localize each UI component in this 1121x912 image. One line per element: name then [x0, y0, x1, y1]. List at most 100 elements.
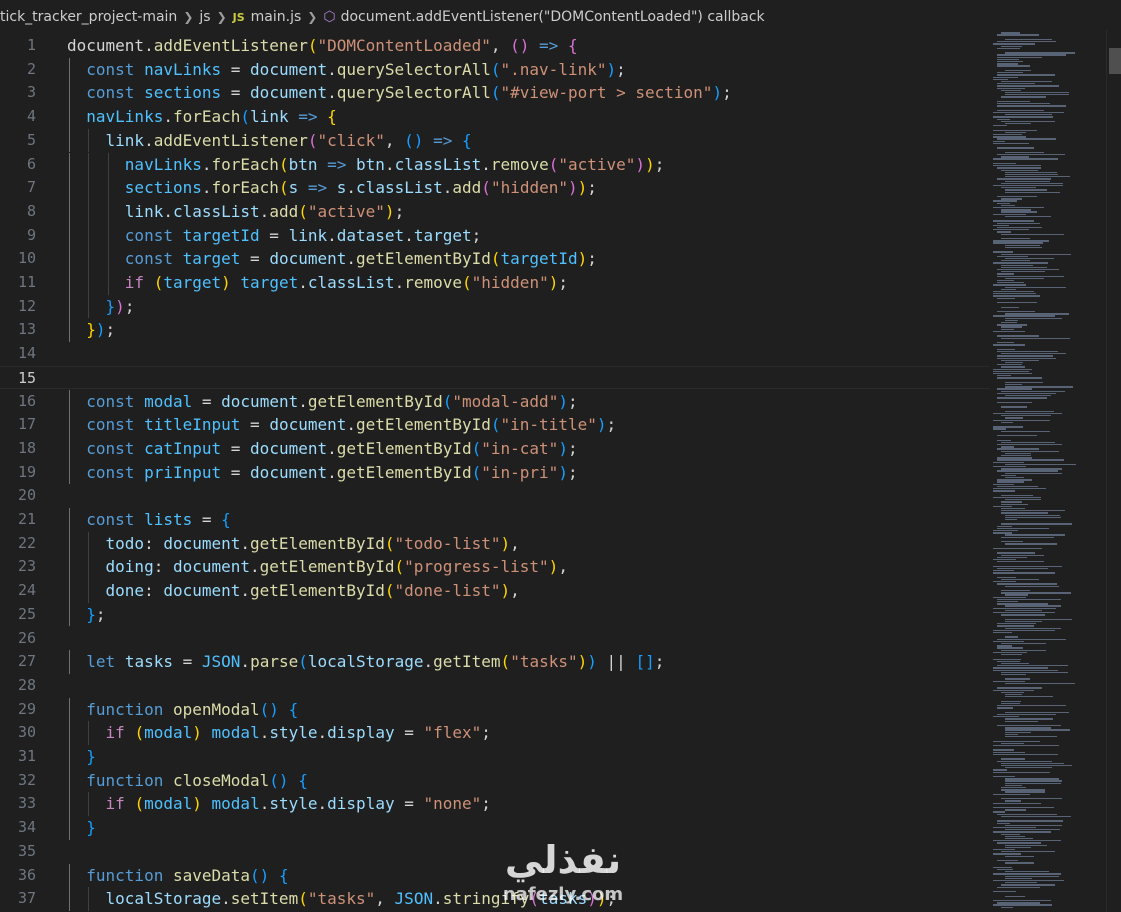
code-line[interactable]: 30 if (modal) modal.style.display = "fle… — [0, 721, 990, 745]
code-token: . — [221, 889, 231, 909]
code-line[interactable]: 19 const priInput = document.getElementB… — [0, 461, 990, 485]
chevron-right-icon: ❯ — [183, 10, 194, 24]
code-line[interactable]: 10 const target = document.getElementByI… — [0, 247, 990, 271]
code-line[interactable]: 1 document.addEventListener("DOMContentLo… — [0, 34, 990, 58]
code-token: ; — [587, 178, 597, 198]
code-token: remove — [404, 273, 462, 292]
code-line[interactable]: 8 link.classList.add("active"); — [0, 200, 990, 224]
code-token: function — [86, 770, 164, 790]
breadcrumb-project[interactable]: tick_tracker_project-main — [0, 9, 177, 25]
indent-guide — [69, 413, 70, 437]
minimap-line — [997, 85, 1060, 87]
minimap-line — [997, 687, 1042, 689]
code-token: document — [163, 581, 241, 601]
code-line[interactable]: 31 } — [0, 745, 990, 769]
code-line[interactable]: 13 }); — [0, 318, 990, 342]
minimap-line — [997, 527, 1049, 530]
code-token: classList — [307, 273, 395, 292]
code-line[interactable]: 17 const titleInput = document.getElemen… — [0, 413, 990, 437]
code-line[interactable]: 20 — [0, 484, 990, 508]
indent-guide — [69, 579, 70, 603]
scrollbar-thumb[interactable] — [1109, 48, 1121, 74]
code-line[interactable]: 14 — [0, 342, 990, 366]
minimap-line — [997, 576, 1016, 579]
minimap-line — [1005, 882, 1037, 884]
code-line[interactable]: 34 } — [0, 816, 990, 840]
code-line[interactable]: 4 navLinks.forEach(link => { — [0, 105, 990, 129]
code-token: document — [172, 557, 251, 577]
code-line[interactable]: 21 const lists = { — [0, 508, 990, 532]
breadcrumb-symbol[interactable]: document.addEventListener("DOMContentLoa… — [341, 9, 765, 25]
code-token: classList — [356, 178, 443, 198]
code-token: [] — [635, 652, 655, 672]
code-line[interactable]: 15 — [0, 365, 990, 390]
code-line[interactable]: 3 const sections = document.querySelecto… — [0, 81, 990, 105]
indent-guide — [69, 508, 70, 532]
code-token: ( — [384, 533, 395, 553]
vertical-scrollbar[interactable] — [1090, 30, 1104, 912]
minimap-line — [1005, 176, 1071, 178]
line-number: 32 — [17, 770, 36, 789]
code-line[interactable]: 29 function openModal() { — [0, 698, 990, 722]
code-line[interactable]: 23 doing: document.getElementById("progr… — [0, 555, 990, 579]
code-line[interactable]: 28 — [0, 674, 990, 698]
code-line[interactable]: 18 const catInput = document.getElementB… — [0, 437, 990, 461]
code-token: todo — [105, 533, 145, 553]
minimap-line — [1005, 313, 1070, 315]
code-token: ; — [567, 438, 578, 458]
minimap-line — [1001, 80, 1052, 83]
code-token: const — [86, 391, 135, 411]
breadcrumb-file[interactable]: main.js — [251, 9, 302, 25]
code-editor[interactable]: 1 document.addEventListener("DOMContentLo… — [0, 34, 990, 912]
overview-ruler[interactable] — [1106, 30, 1121, 912]
minimap[interactable] — [990, 30, 1090, 912]
code-line[interactable]: 37 localStorage.setItem("tasks", JSON.st… — [0, 887, 990, 911]
minimap-line — [993, 165, 1042, 167]
code-line[interactable]: 27 let tasks = JSON.parse(localStorage.g… — [0, 650, 990, 674]
minimap-line — [993, 284, 1027, 286]
code-line[interactable]: 32 function closeModal() { — [0, 769, 990, 793]
minimap-line — [997, 886, 1040, 888]
breadcrumb-folder[interactable]: js — [199, 9, 210, 25]
code-line[interactable]: 5 link.addEventListener("click", () => { — [0, 129, 990, 153]
code-line[interactable]: 33 if (modal) modal.style.display = "non… — [0, 792, 990, 816]
minimap-line — [997, 707, 1014, 709]
minimap-line — [1001, 673, 1027, 676]
code-line[interactable]: 22 todo: document.getElementById("todo-l… — [0, 532, 990, 556]
code-line[interactable]: 12 }); — [0, 295, 990, 319]
code-token: ) — [712, 83, 723, 103]
code-line[interactable]: 24 done: document.getElementById("done-l… — [0, 579, 990, 603]
indent-guide — [88, 247, 90, 271]
code-line[interactable]: 25 }; — [0, 603, 990, 627]
code-line[interactable]: 9 const targetId = link.dataset.target; — [0, 224, 990, 248]
code-line[interactable]: 11 if (target) target.classList.remove("… — [0, 271, 990, 295]
minimap-line — [1001, 441, 1055, 444]
minimap-line — [1005, 736, 1057, 738]
code-token: { — [278, 865, 289, 885]
code-line[interactable]: 36 function saveData() { — [0, 864, 990, 888]
code-token: ) — [384, 201, 395, 221]
code-token: = — [394, 723, 424, 743]
code-token: querySelectorAll — [336, 83, 491, 103]
minimap-line — [1005, 733, 1018, 736]
line-number: 6 — [26, 154, 36, 173]
code-token: "hidden" — [471, 273, 549, 292]
code-line[interactable]: 7 sections.forEach(s => s.classList.add(… — [0, 176, 990, 200]
minimap-line — [997, 401, 1032, 404]
code-line[interactable]: 26 — [0, 627, 990, 651]
code-token: "todo-list" — [394, 533, 501, 553]
minimap-line — [993, 658, 1022, 660]
minimap-line — [993, 111, 1065, 114]
minimap-line — [993, 753, 1059, 756]
code-line[interactable]: 16 const modal = document.getElementById… — [0, 390, 990, 414]
minimap-line — [1005, 257, 1055, 260]
code-line[interactable]: 6 navLinks.forEach(btn => btn.classList.… — [0, 153, 990, 177]
indent-guide — [107, 223, 109, 248]
code-token: { — [327, 107, 337, 127]
code-token: } — [105, 296, 116, 316]
code-line[interactable]: 35 — [0, 840, 990, 864]
code-line[interactable]: 2 const navLinks = document.querySelecto… — [0, 58, 990, 82]
